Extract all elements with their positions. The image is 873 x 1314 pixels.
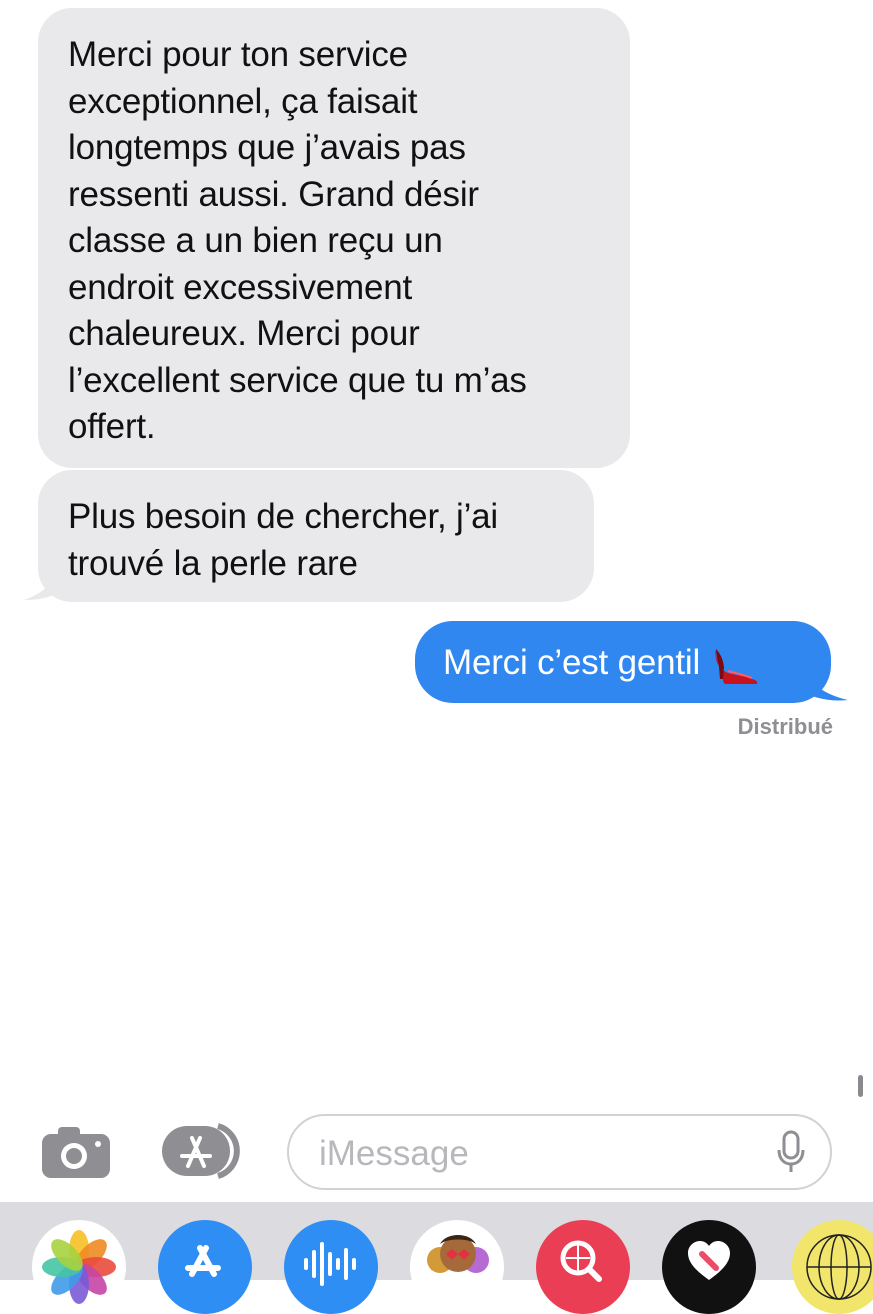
camera-icon[interactable] — [40, 1124, 112, 1180]
app-drawer — [0, 1202, 873, 1314]
sent-message-text: Merci c’est gentil — [443, 642, 701, 682]
photos-app-icon[interactable] — [32, 1220, 126, 1314]
message-thread: Merci pour ton service exceptionnel, ça … — [0, 0, 873, 1100]
bubble-tail — [24, 560, 62, 600]
scroll-indicator[interactable] — [858, 1075, 863, 1097]
received-message[interactable]: Plus besoin de chercher, j’ai trouvé la … — [38, 470, 594, 602]
microphone-icon[interactable] — [776, 1130, 806, 1176]
image-search-icon[interactable] — [536, 1220, 630, 1314]
compose-bar — [0, 1100, 873, 1200]
heart-app-icon[interactable] — [662, 1220, 756, 1314]
imessage-field[interactable] — [287, 1114, 832, 1190]
received-message[interactable]: Merci pour ton service exceptionnel, ça … — [38, 8, 630, 468]
globe-app-icon[interactable] — [792, 1220, 873, 1314]
memoji-icon[interactable] — [410, 1220, 504, 1314]
high-heel-emoji-icon — [715, 649, 758, 684]
app-store-icon[interactable] — [158, 1220, 252, 1314]
message-input[interactable] — [317, 1126, 761, 1182]
delivery-status: Distribué — [737, 714, 833, 739]
audio-message-icon[interactable] — [284, 1220, 378, 1314]
bubble-tail — [800, 660, 848, 701]
sent-message[interactable]: Merci c’est gentil — [415, 621, 831, 703]
app-store-button-icon[interactable] — [160, 1122, 250, 1180]
